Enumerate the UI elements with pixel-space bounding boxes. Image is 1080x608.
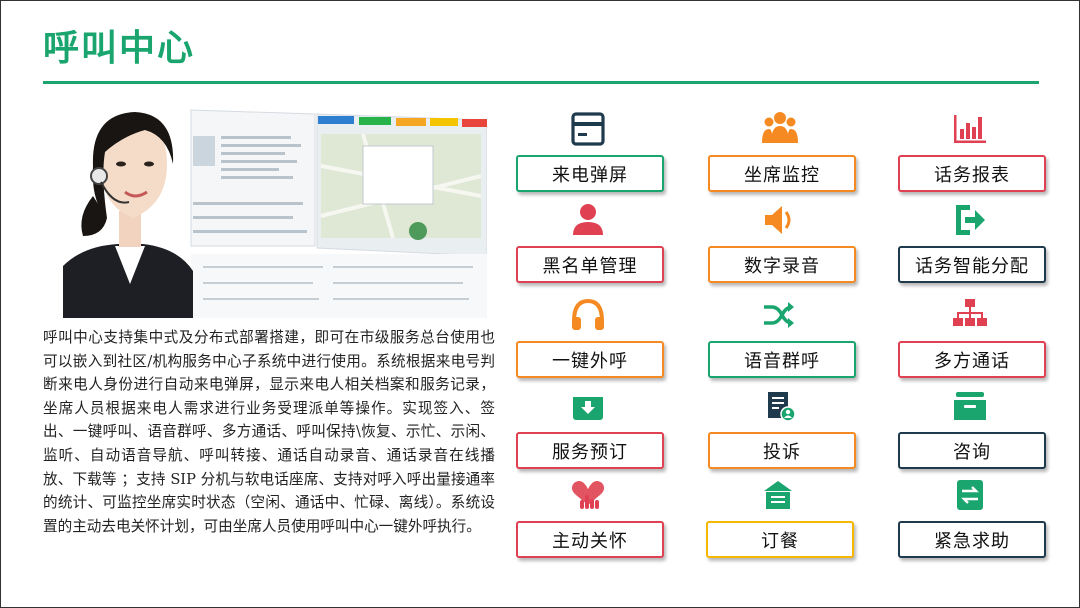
feature-emergency-help[interactable]: 紧急求助: [898, 475, 1046, 561]
feature-button-label: 投诉: [708, 432, 856, 469]
feature-button-label: 黑名单管理: [516, 246, 664, 283]
shuffle-icon: [760, 295, 800, 335]
feature-blacklist-management[interactable]: 黑名单管理: [516, 200, 664, 286]
feature-button-label: 紧急求助: [898, 521, 1046, 558]
feature-service-booking[interactable]: 服务预订: [516, 386, 664, 472]
feature-complaint[interactable]: 投诉: [708, 386, 856, 472]
feature-meal-ordering[interactable]: 订餐: [706, 475, 854, 561]
feature-button-label: 话务报表: [898, 155, 1046, 192]
user-icon: [568, 200, 608, 240]
house-list-icon: [758, 475, 798, 515]
feature-digital-recording[interactable]: 数字录音: [708, 200, 856, 286]
group-icon: [760, 109, 800, 149]
heart-hand-icon: [568, 475, 608, 515]
id-card-icon: [568, 109, 608, 149]
speaker-icon: [760, 200, 800, 240]
exchange-icon: [950, 475, 990, 515]
archive-download-icon: [568, 386, 608, 426]
feature-button-label: 话务智能分配: [898, 246, 1046, 283]
sign-in-icon: [950, 200, 990, 240]
feature-button-label: 多方通话: [898, 341, 1046, 378]
feature-conference-call[interactable]: 多方通话: [898, 295, 1046, 381]
feature-button-label: 语音群呼: [708, 341, 856, 378]
feature-button-label: 服务预订: [516, 432, 664, 469]
feature-button-label: 一键外呼: [516, 341, 664, 378]
feature-proactive-care[interactable]: 主动关怀: [516, 475, 664, 561]
document-user-icon: [760, 386, 800, 426]
headphones-icon: [568, 295, 608, 335]
feature-seat-monitoring[interactable]: 坐席监控: [708, 109, 856, 195]
title-divider: [43, 81, 1039, 84]
description-text: 呼叫中心支持集中式及分布式部署搭建，即可在市级服务总台使用也可以嵌入到社区/机构…: [43, 329, 495, 535]
sitemap-icon: [950, 295, 990, 335]
feature-smart-call-distribution[interactable]: 话务智能分配: [898, 200, 1046, 286]
hero-image: [63, 106, 487, 318]
feature-button-label: 主动关怀: [516, 521, 664, 558]
feature-traffic-report[interactable]: 话务报表: [898, 109, 1046, 195]
feature-button-label: 订餐: [706, 521, 854, 558]
bar-chart-icon: [950, 109, 990, 149]
feature-incoming-call-popup[interactable]: 来电弹屏: [516, 109, 664, 195]
page-title: 呼叫中心: [43, 28, 196, 69]
feature-one-click-outbound[interactable]: 一键外呼: [516, 295, 664, 381]
feature-button-label: 来电弹屏: [516, 155, 664, 192]
feature-button-label: 坐席监控: [708, 155, 856, 192]
feature-voice-group-call[interactable]: 语音群呼: [708, 295, 856, 381]
feature-button-label: 数字录音: [708, 246, 856, 283]
feature-button-label: 咨询: [898, 432, 1046, 469]
inbox-icon: [950, 386, 990, 426]
feature-consultation[interactable]: 咨询: [898, 386, 1046, 472]
